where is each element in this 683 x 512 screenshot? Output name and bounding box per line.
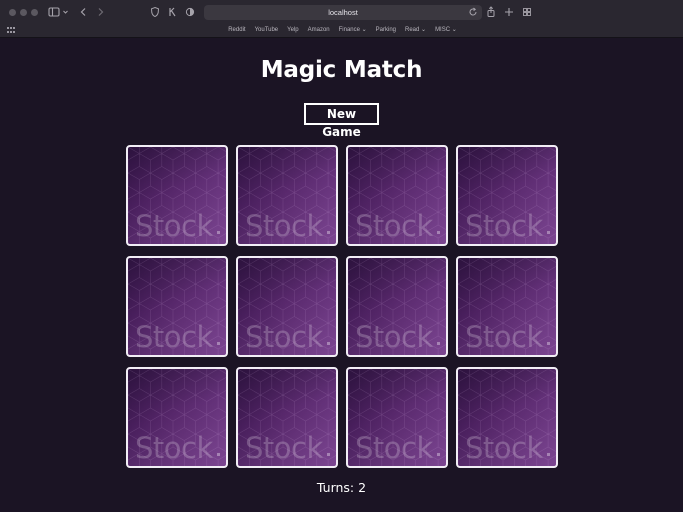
bookmark-item[interactable]: Finance ⌄ <box>339 24 367 37</box>
card-back-dot <box>217 231 220 234</box>
close-window-button[interactable] <box>9 9 16 16</box>
bookmark-item[interactable]: Reddit <box>228 24 245 37</box>
bookmarks-bar: Reddit YouTube Yelp Amazon Finance ⌄ Parking R… <box>0 24 683 37</box>
card-back-dot <box>437 231 440 234</box>
new-tab-icon[interactable] <box>504 5 514 19</box>
address-bar[interactable]: localhost <box>204 5 482 20</box>
card-back-watermark: Stock <box>465 431 543 465</box>
browser-toolbar: localhost <box>0 0 683 24</box>
memory-card[interactable]: Stock <box>126 256 228 357</box>
address-text: localhost <box>328 8 358 17</box>
card-back-dot <box>547 231 550 234</box>
back-arrow-icon[interactable] <box>79 5 88 19</box>
card-back-watermark: Stock <box>135 431 213 465</box>
memory-card[interactable]: Stock <box>346 367 448 468</box>
card-back-watermark: Stock <box>135 209 213 243</box>
share-icon[interactable] <box>486 5 496 19</box>
maximize-window-button[interactable] <box>31 9 38 16</box>
shield-icon[interactable] <box>150 5 160 19</box>
card-back-watermark: Stock <box>245 320 323 354</box>
card-back-watermark: Stock <box>355 209 433 243</box>
memory-card[interactable]: Stock <box>346 145 448 246</box>
new-game-button[interactable]: New Game <box>304 103 379 139</box>
card-back-dot <box>437 342 440 345</box>
chevron-down-icon[interactable] <box>62 5 69 19</box>
card-back-watermark: Stock <box>355 320 433 354</box>
memory-card[interactable]: Stock <box>456 256 558 357</box>
card-back-dot <box>217 453 220 456</box>
card-back-dot <box>547 342 550 345</box>
memory-card[interactable]: Stock <box>236 145 338 246</box>
card-back-dot <box>217 342 220 345</box>
bookmark-item[interactable]: Parking <box>376 24 396 37</box>
memory-card[interactable]: Stock <box>456 145 558 246</box>
privacy-icon[interactable] <box>185 5 195 19</box>
card-back-watermark: Stock <box>465 209 543 243</box>
tab-overview-icon[interactable] <box>522 5 532 19</box>
bookmark-item[interactable]: Read ⌄ <box>405 24 426 37</box>
card-back-dot <box>547 453 550 456</box>
card-back-dot <box>437 453 440 456</box>
minimize-window-button[interactable] <box>20 9 27 16</box>
memory-card[interactable]: Stock <box>236 256 338 357</box>
card-back-watermark: Stock <box>135 320 213 354</box>
browser-chrome: localhost Reddit YouTube Yelp Amazon Finance… <box>0 0 683 38</box>
memory-card[interactable]: Stock <box>236 367 338 468</box>
game-page: Magic Match New Game Stock Stock Stock Stoc… <box>0 38 683 512</box>
turns-counter: Turns: 2 <box>316 480 367 495</box>
card-back-watermark: Stock <box>245 431 323 465</box>
page-title: Magic Match <box>260 57 423 83</box>
card-back-watermark: Stock <box>465 320 543 354</box>
card-grid: Stock Stock Stock Stock Stock Stock Stock Stock… <box>126 145 559 468</box>
bookmark-item[interactable]: YouTube <box>255 24 279 37</box>
bookmark-item[interactable]: MISC ⌄ <box>435 24 457 37</box>
card-back-dot <box>327 231 330 234</box>
memory-card[interactable]: Stock <box>346 256 448 357</box>
memory-card[interactable]: Stock <box>126 145 228 246</box>
memory-card[interactable]: Stock <box>456 367 558 468</box>
card-back-watermark: Stock <box>355 431 433 465</box>
forward-arrow-icon[interactable] <box>96 5 105 19</box>
card-back-dot <box>327 342 330 345</box>
memory-card[interactable]: Stock <box>126 367 228 468</box>
sidebar-toggle-icon[interactable] <box>48 5 60 19</box>
reload-icon[interactable] <box>468 7 478 17</box>
card-back-watermark: Stock <box>245 209 323 243</box>
card-back-dot <box>327 453 330 456</box>
extension-icon[interactable] <box>167 5 177 19</box>
bookmark-item[interactable]: Amazon <box>308 24 330 37</box>
bookmark-item[interactable]: Yelp <box>287 24 298 37</box>
bookmarks-list: Reddit YouTube Yelp Amazon Finance ⌄ Parking R… <box>0 24 683 37</box>
